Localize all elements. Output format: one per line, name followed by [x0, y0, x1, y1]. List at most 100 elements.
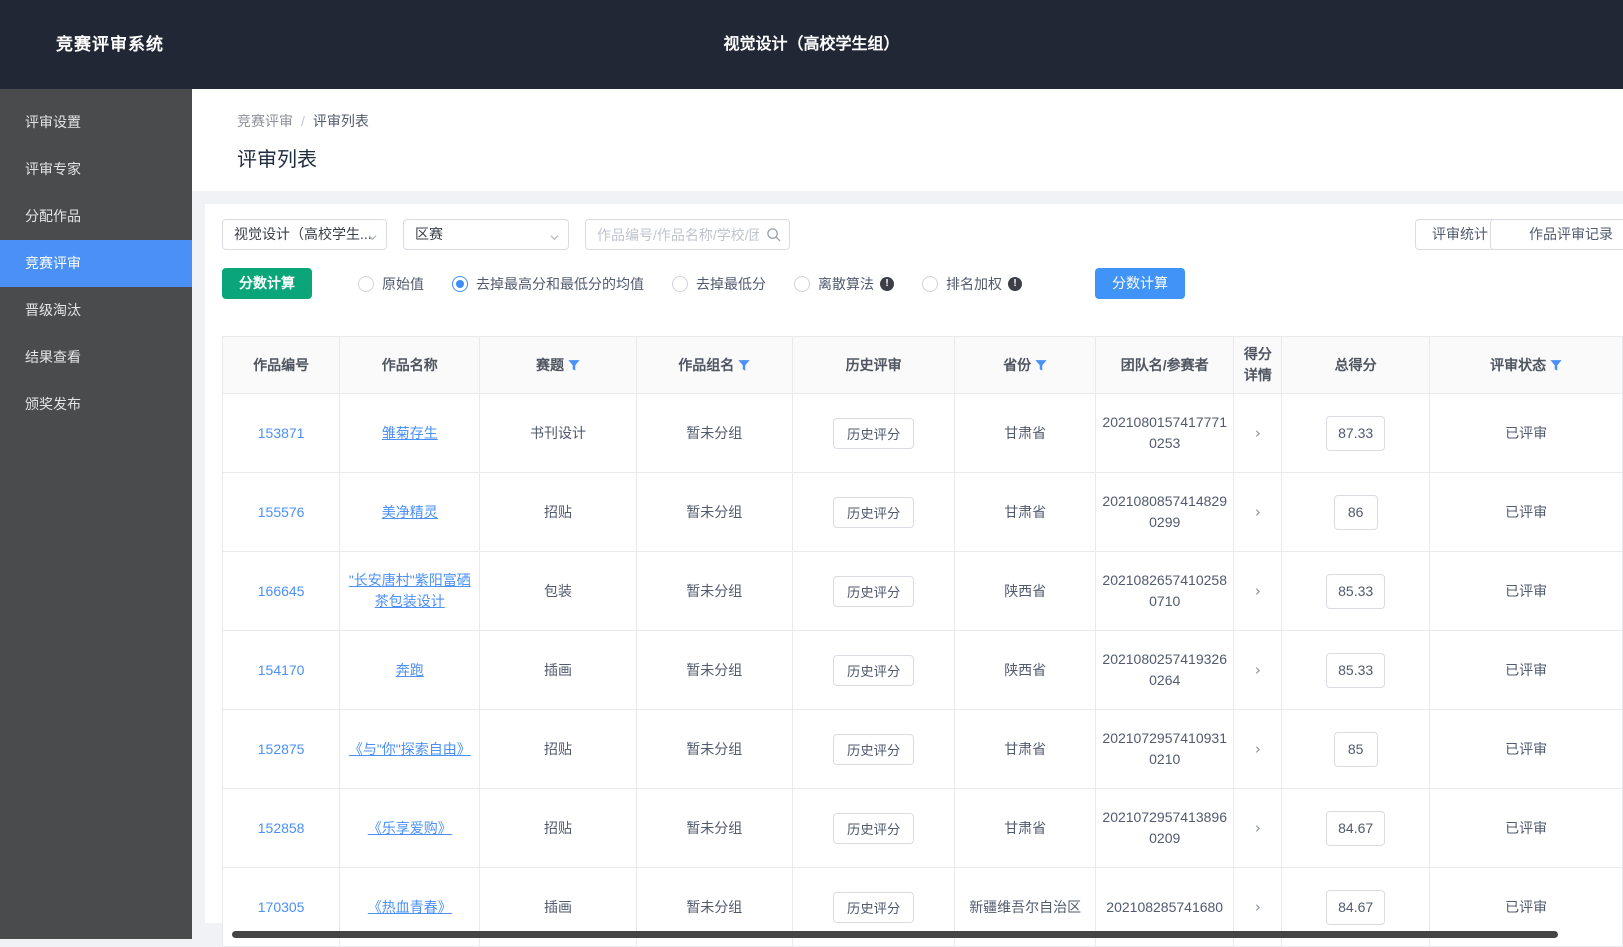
cell-total-score: 85.33 — [1282, 552, 1430, 631]
filter-funnel-icon[interactable] — [568, 359, 580, 371]
total-score-box[interactable]: 84.67 — [1326, 890, 1385, 925]
cell-work-name: "长安唐村"紫阳富硒茶包装设计 — [340, 552, 480, 631]
cell-group: 暂未分组 — [636, 710, 792, 789]
cell-score-detail: › — [1234, 789, 1282, 868]
chevron-right-icon[interactable]: › — [1255, 582, 1261, 600]
column-header-2: 作品名称 — [340, 337, 480, 394]
total-score-box[interactable]: 86 — [1334, 495, 1378, 530]
sidebar-item-4[interactable]: 竞赛评审 — [0, 240, 192, 287]
breadcrumb-parent[interactable]: 竞赛评审 — [237, 113, 293, 129]
search-icon[interactable] — [766, 227, 781, 242]
table-row: 152858《乐享爱购》招贴暂未分组历史评分甘肃省202107295741389… — [223, 789, 1623, 868]
score-method-option-4[interactable]: 离散算法! — [794, 274, 894, 294]
filter-funnel-icon[interactable] — [1035, 359, 1047, 371]
competition-select[interactable]: 视觉设计（高校学生... — [222, 219, 387, 250]
history-score-button[interactable]: 历史评分 — [833, 892, 914, 923]
table-row: 153871雏菊存生书刊设计暂未分组历史评分甘肃省202108015741777… — [223, 394, 1623, 473]
score-calc-button[interactable]: 分数计算 — [1095, 268, 1185, 299]
cell-work-name: 美净精灵 — [340, 473, 480, 552]
history-score-button[interactable]: 历史评分 — [833, 734, 914, 765]
work-review-records-button[interactable]: 作品评审记录 — [1490, 219, 1623, 250]
sidebar-item-1[interactable]: 评审设置 — [0, 99, 192, 146]
sidebar-item-5[interactable]: 晋级淘汰 — [0, 287, 192, 334]
cell-score-detail: › — [1234, 394, 1282, 473]
cell-total-score: 85 — [1282, 710, 1430, 789]
column-header-6: 省份 — [955, 337, 1095, 394]
work-name-link[interactable]: 雏菊存生 — [382, 425, 438, 441]
horizontal-scrollbar[interactable] — [232, 931, 1558, 938]
chevron-right-icon[interactable]: › — [1255, 424, 1261, 442]
cell-total-score: 86 — [1282, 473, 1430, 552]
chevron-right-icon[interactable]: › — [1255, 503, 1261, 521]
score-method-option-1[interactable]: 原始值 — [358, 274, 424, 294]
column-label: 作品名称 — [382, 357, 438, 373]
search-input[interactable] — [585, 219, 790, 250]
sidebar-item-3[interactable]: 分配作品 — [0, 193, 192, 240]
work-name-link[interactable]: "长安唐村"紫阳富硒茶包装设计 — [349, 572, 471, 609]
work-id-link[interactable]: 166645 — [258, 583, 305, 599]
cell-work-name: 《与"你"探索自由》 — [340, 710, 480, 789]
cell-province: 甘肃省 — [955, 394, 1095, 473]
sidebar-item-2[interactable]: 评审专家 — [0, 146, 192, 193]
total-score-box[interactable]: 87.33 — [1326, 416, 1385, 451]
total-score-box[interactable]: 85.33 — [1326, 574, 1385, 609]
history-score-button[interactable]: 历史评分 — [833, 576, 914, 607]
sidebar-item-7[interactable]: 颁奖发布 — [0, 381, 192, 428]
work-id-link[interactable]: 154170 — [258, 662, 305, 678]
history-score-button[interactable]: 历史评分 — [833, 497, 914, 528]
stage-select[interactable]: 区赛 — [403, 219, 569, 250]
work-id-link[interactable]: 170305 — [258, 899, 305, 915]
stage-select-value: 区赛 — [415, 226, 443, 242]
cell-province: 甘肃省 — [955, 473, 1095, 552]
chevron-down-icon — [368, 233, 377, 242]
column-label: 省份 — [1003, 357, 1031, 373]
radio-circle-icon — [358, 276, 374, 292]
breadcrumb-separator: / — [301, 113, 305, 129]
cell-work-id: 155576 — [223, 473, 340, 552]
team-number: 20210729574138960209 — [1102, 807, 1228, 849]
chevron-right-icon[interactable]: › — [1255, 740, 1261, 758]
cell-work-name: 奔跑 — [340, 631, 480, 710]
info-icon[interactable]: ! — [880, 277, 894, 291]
total-score-box[interactable]: 85 — [1334, 732, 1378, 767]
work-id-link[interactable]: 152875 — [258, 741, 305, 757]
total-score-box[interactable]: 85.33 — [1326, 653, 1385, 688]
work-name-link[interactable]: 《与"你"探索自由》 — [349, 741, 471, 757]
score-method-option-2[interactable]: 去掉最高分和最低分的均值 — [452, 274, 644, 294]
column-label: 赛题 — [536, 357, 564, 373]
cell-score-detail: › — [1234, 473, 1282, 552]
total-score-box[interactable]: 84.67 — [1326, 811, 1385, 846]
filter-funnel-icon[interactable] — [1550, 359, 1562, 371]
score-method-option-3[interactable]: 去掉最低分 — [672, 274, 766, 294]
table-row: 152875《与"你"探索自由》招贴暂未分组历史评分甘肃省20210729574… — [223, 710, 1623, 789]
work-id-link[interactable]: 153871 — [258, 425, 305, 441]
cell-review-status: 已评审 — [1430, 789, 1623, 868]
chevron-right-icon[interactable]: › — [1255, 819, 1261, 837]
work-id-link[interactable]: 155576 — [258, 504, 305, 520]
history-score-button[interactable]: 历史评分 — [833, 418, 914, 449]
breadcrumb-current[interactable]: 评审列表 — [313, 113, 369, 129]
work-name-link[interactable]: 《乐享爱购》 — [368, 820, 452, 836]
score-method-option-5[interactable]: 排名加权! — [922, 274, 1022, 294]
score-method-radio-group: 原始值 去掉最高分和最低分的均值 去掉最低分 离散算法! 排名加权! — [358, 274, 1050, 294]
info-icon[interactable]: ! — [1008, 277, 1022, 291]
column-label: 评审状态 — [1490, 357, 1546, 373]
table-row: 166645"长安唐村"紫阳富硒茶包装设计包装暂未分组历史评分陕西省202108… — [223, 552, 1623, 631]
chevron-right-icon[interactable]: › — [1255, 661, 1261, 679]
history-score-button[interactable]: 历史评分 — [833, 813, 914, 844]
history-score-button[interactable]: 历史评分 — [833, 655, 914, 686]
work-id-link[interactable]: 152858 — [258, 820, 305, 836]
top-header: 竞赛评审系统 视觉设计（高校学生组） — [0, 0, 1623, 89]
sidebar-item-6[interactable]: 结果查看 — [0, 334, 192, 381]
column-label: 总得分 — [1335, 357, 1377, 373]
filter-funnel-icon[interactable] — [738, 359, 750, 371]
chevron-right-icon[interactable]: › — [1255, 898, 1261, 916]
sidebar-menu: 评审设置评审专家分配作品竞赛评审晋级淘汰结果查看颁奖发布 — [0, 89, 192, 428]
work-name-link[interactable]: 奔跑 — [396, 662, 424, 678]
breadcrumb-band: 竞赛评审/评审列表 评审列表 — [192, 89, 1623, 191]
score-calc-tag: 分数计算 — [222, 268, 312, 299]
cell-work-id: 152858 — [223, 789, 340, 868]
work-name-link[interactable]: 《热血青春》 — [368, 899, 452, 915]
cell-score-detail: › — [1234, 631, 1282, 710]
work-name-link[interactable]: 美净精灵 — [382, 504, 438, 520]
